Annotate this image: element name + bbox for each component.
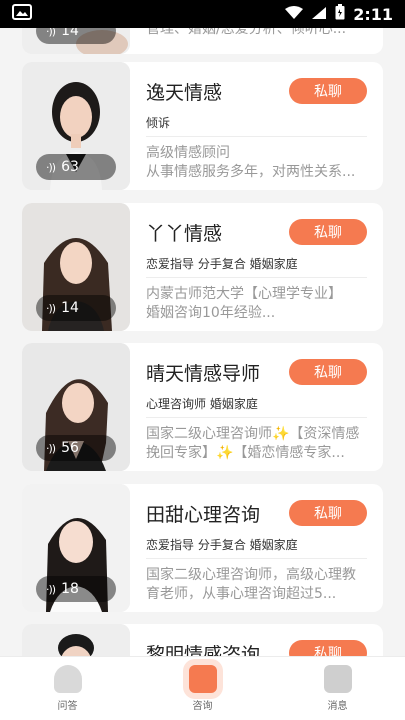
gallery-notification-icon [12,4,32,24]
private-chat-button[interactable]: 私聊 [289,359,367,385]
listen-count-badge: ·)) 18 [36,576,116,602]
consult-icon [188,665,217,693]
tab-consult[interactable]: 咨询 [143,657,263,720]
card-divider [146,136,367,137]
consultant-list[interactable]: ·)) 14 管理、婚姻/恋爱分析、倾听心... ·)) 63 逸天情感 私聊 … [0,28,405,656]
wifi-icon [285,5,304,24]
sound-wave-icon: ·)) [46,441,56,455]
bottom-tab-bar: 问答 咨询 消息 [0,656,405,720]
private-chat-button[interactable]: 私聊 [289,219,367,245]
sound-wave-icon: ·)) [46,301,56,315]
consultant-card[interactable]: 黎明情感咨询 私聊 [22,624,383,656]
listen-count-badge: ·)) 14 [36,295,116,321]
card-divider [146,277,367,278]
card-divider [146,417,367,418]
signal-icon [311,5,327,24]
tab-label: 消息 [327,701,348,712]
consultant-tags: 心理咨询师 婚姻家庭 [146,397,258,411]
consultant-name: 丫丫情感 [146,223,223,245]
consultant-description: 高级情感顾问 从事情感服务多年，对两性关系... [146,145,356,180]
tab-messages[interactable]: 消息 [278,657,398,720]
sound-wave-icon: ·)) [46,160,56,174]
clock: 2:11 [353,4,393,24]
consultant-photo: ·)) 14 [22,28,130,54]
private-chat-button[interactable]: 私聊 [289,78,367,104]
consultant-photo: ·)) 56 [22,343,130,471]
battery-icon [335,4,345,24]
consultant-card[interactable]: ·)) 14 管理、婚姻/恋爱分析、倾听心... [22,28,383,54]
tab-label: 问答 [57,701,78,712]
consultant-photo: ·)) 14 [22,203,130,331]
consultant-tags: 倾诉 [146,116,171,130]
consultant-card[interactable]: ·)) 63 逸天情感 私聊 倾诉 高级情感顾问 从事情感服务多年，对两性关系.… [22,62,383,190]
sound-wave-icon: ·)) [46,28,56,38]
sound-wave-icon: ·)) [46,582,56,596]
consultant-description: 国家二级心理咨询师✨【资深情感挽回专家】✨【婚恋情感专家... [146,426,360,461]
tab-label: 咨询 [192,701,213,712]
tab-qa[interactable]: 问答 [8,657,128,720]
private-chat-button[interactable]: 私聊 [289,500,367,526]
card-divider [146,558,367,559]
message-icon [323,665,352,693]
consultant-tags: 恋爱指导 分手复合 婚姻家庭 [146,257,298,271]
consultant-description: 内蒙古师范大学【心理学专业】 婚姻咨询10年经验... [146,286,342,321]
consultant-card[interactable]: ·)) 56 晴天情感导师 私聊 心理咨询师 婚姻家庭 国家二级心理咨询师✨【资… [22,343,383,471]
status-bar: 2:11 [0,0,405,28]
listen-count-badge: ·)) 56 [36,435,116,461]
consultant-photo [22,624,130,656]
consultant-description: 国家二级心理咨询师，高级心理教育老师，从事心理咨询超过5... [146,567,356,602]
consultant-name: 田甜心理咨询 [146,504,261,526]
consultant-card[interactable]: ·)) 18 田甜心理咨询 私聊 恋爱指导 分手复合 婚姻家庭 国家二级心理咨询… [22,484,383,612]
qa-icon [53,665,82,693]
listen-count-badge: ·)) 63 [36,154,116,180]
consultant-tags: 恋爱指导 分手复合 婚姻家庭 [146,538,298,552]
consultant-name: 逸天情感 [146,82,223,104]
private-chat-button[interactable]: 私聊 [289,640,367,656]
consultant-photo: ·)) 18 [22,484,130,612]
consultant-name: 晴天情感导师 [146,363,261,385]
consultant-name: 黎明情感咨询 [146,644,261,656]
consultant-description: 管理、婚姻/恋爱分析、倾听心... [146,28,347,37]
listen-count-badge: ·)) 14 [36,28,116,44]
consultant-card[interactable]: ·)) 14 丫丫情感 私聊 恋爱指导 分手复合 婚姻家庭 内蒙古师范大学【心理… [22,203,383,331]
consultant-photo: ·)) 63 [22,62,130,190]
